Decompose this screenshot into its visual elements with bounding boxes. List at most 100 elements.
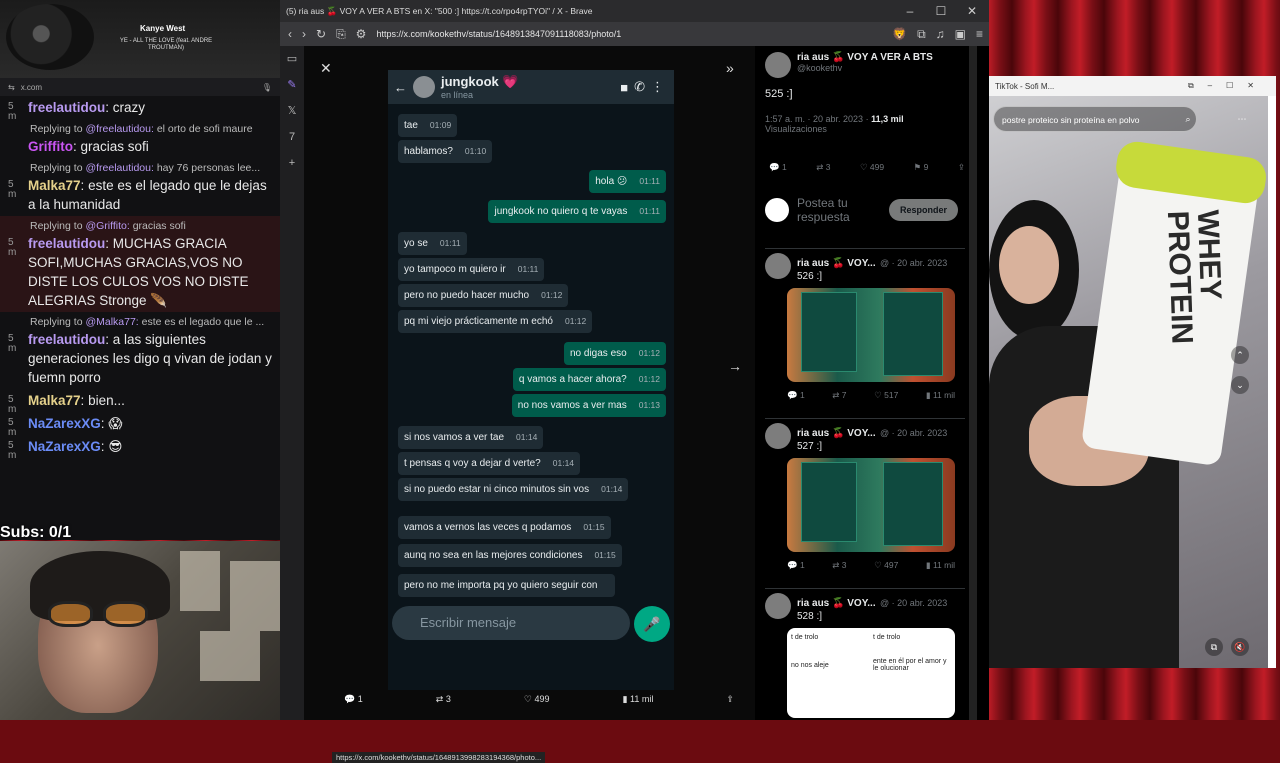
chat-username[interactable]: Malka77 <box>28 178 81 193</box>
sidebar-leo-icon[interactable]: ✎ <box>280 72 304 98</box>
prev-video-icon[interactable]: ⌃ <box>1231 346 1249 364</box>
wa-mic-icon: 🎤 <box>634 606 670 642</box>
wa-message: vamos a vernos las veces q podamos 01:15 <box>398 516 611 539</box>
mute-icon[interactable]: 🔇 <box>1231 638 1249 656</box>
tweet-author-name[interactable]: ria aus 🍒 VOY A VER A BTS <box>797 52 933 63</box>
video-call-icon: ■ <box>620 79 629 95</box>
protein-bag: WHEY PROTEIN <box>1080 139 1268 467</box>
tweet-author-handle[interactable]: @kookethv <box>797 63 933 73</box>
reply-icon[interactable]: 💬 1 <box>787 560 805 571</box>
avatar[interactable] <box>765 253 791 279</box>
avatar[interactable] <box>765 423 791 449</box>
sidebar-app-icon[interactable]: 7 <box>280 124 304 150</box>
next-photo-icon[interactable]: → <box>728 358 742 374</box>
now-playing-song: YE - ALL THE LOVE (feat. ANDRE TROUTMAN) <box>119 38 213 52</box>
close-viewer-icon[interactable]: ✕ <box>320 60 332 77</box>
brave-browser-window: (5) ria aus 🍒 VOY A VER A BTS en X: "500… <box>280 0 989 763</box>
browser-sidebar: ▭ ✎ 𝕏 7 + <box>280 46 304 720</box>
menu-icon[interactable]: ≡ <box>976 27 983 41</box>
thread-tweet[interactable]: ria aus 🍒 VOY... @ · 20 abr. 2023 528 :] t… <box>765 588 965 718</box>
thread-tweet[interactable]: ria aus 🍒 VOY... @ · 20 abr. 2023 526 :] 💬… <box>765 248 965 401</box>
stream-chat: ⇆ x.com 🎙 5 m freelautidou: crazy Replying… <box>0 78 280 540</box>
chat-username[interactable]: freelautidou <box>28 332 105 347</box>
chat-text: gracias sofi <box>80 139 149 154</box>
browser-tab-title[interactable]: (5) ria aus 🍒 VOY A VER A BTS en X: "500… <box>286 6 593 17</box>
pip-icon[interactable]: ⧉ <box>1205 638 1223 656</box>
avatar <box>413 76 435 98</box>
reply-input[interactable]: Postea tu respuesta <box>797 196 881 224</box>
chat-message: 5 m NaZarexXG: 😎 <box>8 439 123 461</box>
tweet-actions: 💬 1 ⇄ 3 ♡ 499 ⚑ 9 ⇪ <box>769 162 965 173</box>
extensions-icon[interactable]: ⧉ <box>917 27 926 42</box>
expand-icon[interactable]: » <box>726 60 734 76</box>
music-icon[interactable]: ♫ <box>936 27 945 41</box>
tweet-author: ria aus 🍒 VOY A VER A BTS @kookethv <box>765 52 933 78</box>
viewer-likes[interactable]: ♡ 499 <box>524 694 550 705</box>
avatar[interactable] <box>765 52 791 78</box>
avatar[interactable] <box>765 593 791 619</box>
viewer-stats: 💬 1 ⇄ 3 ♡ 499 ▮ 11 mil ⇪ <box>344 694 734 705</box>
wa-message: si no puedo estar ni cinco minutos sin v… <box>398 478 629 501</box>
chat-username[interactable]: freelautidou <box>28 100 105 115</box>
wallet-icon[interactable]: ▣ <box>955 27 966 41</box>
chat-username[interactable]: Malka77 <box>28 393 81 408</box>
viewer-reposts[interactable]: ⇄ 3 <box>436 694 451 705</box>
thread-tweet[interactable]: ria aus 🍒 VOY... @ · 20 abr. 2023 527 :] 💬… <box>765 418 965 571</box>
reply-icon[interactable]: 💬 1 <box>769 162 787 173</box>
sidebar-panel-icon[interactable]: ▭ <box>280 46 304 72</box>
address-bar[interactable]: https://x.com/kookethv/status/1648913847… <box>376 29 621 39</box>
bookmark-icon[interactable]: ⚑ 9 <box>914 162 929 173</box>
reply-button[interactable]: Responder <box>889 199 959 221</box>
contact-name: jungkook 💗 <box>441 74 519 89</box>
message-time: 5 m <box>8 440 17 461</box>
viewer-replies[interactable]: 💬 1 <box>344 694 363 705</box>
tiktok-search-input[interactable]: postre proteico sin proteína en polvo <box>993 106 1197 132</box>
reply-context[interactable]: Replying to @freelautidou: hay 76 person… <box>0 158 280 174</box>
chat-username[interactable]: freelautidou <box>28 236 105 251</box>
tweet-image[interactable] <box>787 288 955 382</box>
repost-icon[interactable]: ⇄ 7 <box>832 390 846 401</box>
reply-icon[interactable]: 💬 1 <box>787 390 805 401</box>
next-video-icon[interactable]: ⌄ <box>1231 376 1249 394</box>
chat-username[interactable]: NaZarexXG <box>28 416 101 431</box>
reload-icon[interactable]: ↻ <box>316 27 326 41</box>
repost-icon[interactable]: ⇄ 3 <box>816 162 830 173</box>
bookmark-icon[interactable]: ⎘ <box>336 27 346 42</box>
settings-icon[interactable]: ⇆ <box>8 83 15 92</box>
close-icon[interactable]: ✕ <box>957 0 987 22</box>
maximize-icon[interactable]: ☐ <box>926 0 956 22</box>
tweet-text: 525 :] <box>765 88 793 100</box>
share-icon[interactable]: ⇪ <box>726 694 734 705</box>
brave-shield-icon[interactable]: 🦁 <box>892 27 907 41</box>
chat-message: Replying to @Malka77: este es el legado … <box>0 312 280 389</box>
tiktok-video[interactable]: WHEY PROTEIN postre proteico sin proteín… <box>989 96 1268 668</box>
like-icon[interactable]: ♡ 497 <box>874 560 898 571</box>
repost-icon[interactable]: ⇄ 3 <box>832 560 846 571</box>
like-icon[interactable]: ♡ 499 <box>860 162 884 173</box>
tweet-image[interactable] <box>787 458 955 552</box>
avatar <box>765 198 789 222</box>
minimize-icon[interactable]: – <box>895 0 925 22</box>
forward-icon[interactable]: › <box>302 27 306 41</box>
sidebar-x-icon[interactable]: 𝕏 <box>280 98 304 124</box>
reply-context[interactable]: Replying to @freelautidou: el orto de so… <box>0 119 280 135</box>
chat-username[interactable]: NaZarexXG <box>28 439 101 454</box>
wa-message: jungkook no quiero q te vayas 01:11 <box>488 200 666 223</box>
site-info-icon[interactable]: ⚙ <box>356 27 367 41</box>
tweet-image[interactable]: t de trolo t de trolo no nos aleje ente en … <box>787 628 955 718</box>
webcam-feed <box>0 541 300 720</box>
message-time: 5 m <box>8 237 17 258</box>
message-time: 5 m <box>8 333 17 354</box>
share-icon[interactable]: ⇪ <box>958 162 965 173</box>
back-icon[interactable]: ‹ <box>288 27 292 41</box>
more-icon[interactable]: ⋯ <box>1233 110 1251 128</box>
reply-context[interactable]: Replying to @Griffito: gracias sofi <box>0 216 280 232</box>
chat-username[interactable]: Griffito <box>28 139 73 154</box>
scrollbar[interactable] <box>969 46 977 720</box>
reply-context[interactable]: Replying to @Malka77: este es el legado … <box>0 312 280 328</box>
wa-message: si nos vamos a ver tae 01:14 <box>398 426 544 449</box>
search-icon[interactable]: ⌕ <box>1179 110 1197 128</box>
window-controls[interactable]: ⧉–☐✕ <box>1188 81 1268 91</box>
like-icon[interactable]: ♡ 517 <box>874 390 898 401</box>
sidebar-add-icon[interactable]: + <box>280 150 304 176</box>
